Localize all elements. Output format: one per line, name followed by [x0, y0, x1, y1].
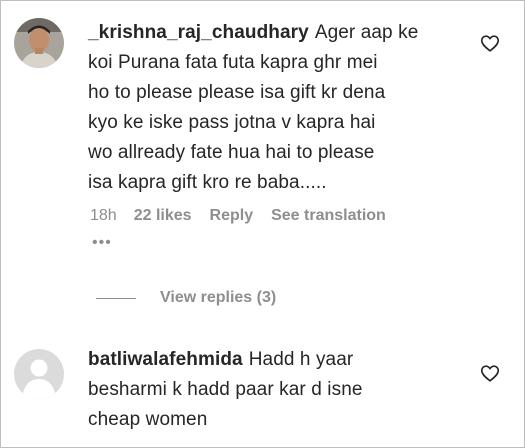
- view-replies-button[interactable]: View replies (3): [96, 289, 276, 307]
- avatar[interactable]: [14, 18, 64, 68]
- view-replies-label: View replies (3): [160, 289, 277, 306]
- more-options-icon[interactable]: •••: [92, 235, 112, 251]
- comment-line: Ager aap ke: [314, 22, 419, 43]
- comment-line: cheap women: [88, 409, 208, 430]
- user-avatar-icon: [14, 18, 64, 68]
- reply-button[interactable]: Reply: [210, 207, 254, 225]
- default-avatar-icon: [14, 349, 64, 399]
- comment-line: isa kapra gift kro re baba.....: [88, 172, 327, 193]
- heart-outline-icon[interactable]: [479, 32, 501, 54]
- comment-line: koi Purana fata futa kapra ghr mei: [88, 52, 378, 73]
- heart-outline-icon[interactable]: [479, 362, 501, 384]
- comment-meta: 18h 22 likes Reply See translation: [90, 207, 404, 225]
- replies-divider: [96, 297, 136, 299]
- comment-line: kyo ke iske pass jotna v kapra hai: [88, 112, 376, 133]
- comment-text: batliwalafehmida Hadd h yaar besharmi k h…: [88, 345, 468, 435]
- likes-count-button[interactable]: 22 likes: [134, 207, 192, 225]
- comment-line: wo allready fate hua hai to please: [88, 142, 375, 163]
- see-translation-button[interactable]: See translation: [271, 207, 386, 225]
- comment-line: Hadd h yaar: [248, 349, 354, 370]
- comment-timestamp: 18h: [90, 207, 117, 224]
- comment-username[interactable]: _krishna_raj_chaudhary: [88, 22, 309, 43]
- comment-username[interactable]: batliwalafehmida: [88, 349, 243, 370]
- comment-line: ho to please please isa gift kr dena: [88, 82, 386, 103]
- avatar[interactable]: [14, 349, 64, 399]
- comment-text: _krishna_raj_chaudhary Ager aap ke koi Pu…: [88, 18, 468, 198]
- comment-line: besharmi k hadd paar kar d isne: [88, 379, 363, 400]
